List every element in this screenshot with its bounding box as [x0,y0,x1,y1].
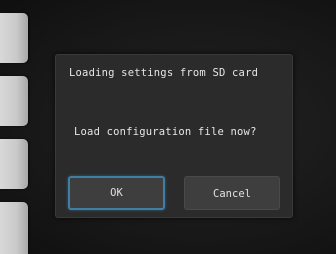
device-screen: Loading settings from SD card Load confi… [0,0,336,254]
dialog-title: Loading settings from SD card [69,67,259,79]
side-menu-tab-2[interactable] [0,76,28,126]
side-menu-tab-1[interactable] [0,13,28,63]
side-menu-tab-3[interactable] [0,139,28,189]
confirm-dialog: Loading settings from SD card Load confi… [55,54,293,218]
ok-button[interactable]: OK [68,176,165,210]
cancel-button[interactable]: Cancel [184,176,280,210]
side-menu-tab-4[interactable] [0,202,28,254]
dialog-message: Load configuration file now? [74,126,257,138]
